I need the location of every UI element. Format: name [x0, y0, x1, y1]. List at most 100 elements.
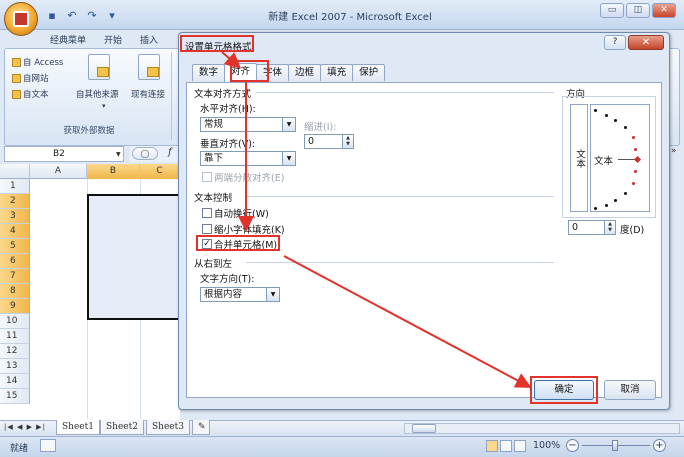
- vertical-text-toggle[interactable]: 文本: [570, 104, 588, 212]
- wrap-text-label: 自动换行(W): [214, 209, 269, 220]
- redo-icon[interactable]: ↷: [84, 7, 100, 23]
- insert-sheet-icon[interactable]: ✎: [192, 420, 210, 435]
- degree-spinner[interactable]: 0 ▲ ▼: [568, 220, 616, 235]
- row-header[interactable]: 10: [0, 314, 30, 329]
- ok-button[interactable]: 确定: [534, 380, 594, 400]
- row-header[interactable]: 9: [0, 299, 30, 314]
- other-sources-button[interactable]: [88, 54, 110, 80]
- other-sources-dropdown-icon[interactable]: ▾: [102, 102, 106, 110]
- row-header[interactable]: 6: [0, 254, 30, 269]
- row-header[interactable]: 1: [0, 179, 30, 194]
- zoom-slider-thumb[interactable]: [612, 440, 618, 451]
- expand-formula-bar-icon[interactable]: »: [671, 146, 677, 156]
- minimize-button[interactable]: ▭: [600, 3, 624, 18]
- horizontal-scroll-thumb[interactable]: [412, 424, 436, 433]
- section-divider: [246, 262, 554, 263]
- row-headers: 1 2 3 4 5 6 7 8 9 10 11 12 13 14 15: [0, 179, 30, 404]
- from-text-button[interactable]: 自文本: [12, 88, 63, 100]
- row-header[interactable]: 15: [0, 389, 30, 404]
- row-header[interactable]: 3: [0, 209, 30, 224]
- sheet-tab-3[interactable]: Sheet3: [146, 420, 190, 435]
- vertical-align-select[interactable]: 靠下 ▼: [200, 151, 296, 166]
- row-header[interactable]: 12: [0, 344, 30, 359]
- dial-marker-icon: [634, 170, 637, 173]
- dial-marker-icon: [605, 114, 608, 117]
- cancel-button[interactable]: 取消: [604, 380, 656, 400]
- selected-range-b2-c9[interactable]: [87, 194, 181, 320]
- column-header-b[interactable]: B: [87, 164, 140, 179]
- spinner-arrows-icon[interactable]: ▲ ▼: [342, 135, 353, 148]
- quick-access-toolbar: ▪ ↶ ↷ ▾: [44, 6, 120, 24]
- web-icon: [12, 73, 21, 83]
- from-access-button[interactable]: 自 Access: [12, 56, 63, 68]
- row-header[interactable]: 4: [0, 224, 30, 239]
- dropdown-arrow-icon[interactable]: ▼: [282, 118, 295, 131]
- dropdown-arrow-icon[interactable]: ▼: [266, 288, 279, 301]
- row-header[interactable]: 11: [0, 329, 30, 344]
- name-box[interactable]: B2: [4, 146, 124, 162]
- customize-qat-icon[interactable]: ▾: [104, 7, 120, 23]
- other-sources-icon: [88, 54, 110, 80]
- dial-marker-icon: [624, 126, 627, 129]
- row-header[interactable]: 2: [0, 194, 30, 209]
- view-buttons: [486, 440, 526, 452]
- indent-spinner[interactable]: 0 ▲ ▼: [304, 134, 354, 149]
- zoom-in-icon[interactable]: +: [653, 439, 666, 452]
- tab-classic-menu[interactable]: 经典菜单: [50, 33, 86, 46]
- zoom-level[interactable]: 100%: [533, 440, 560, 451]
- sheet-tab-2[interactable]: Sheet2: [100, 420, 144, 435]
- row-header[interactable]: 5: [0, 239, 30, 254]
- tab-fill[interactable]: 填充: [320, 64, 354, 81]
- indent-label: 缩进(I):: [304, 122, 337, 133]
- section-divider: [256, 92, 554, 93]
- row-header[interactable]: 7: [0, 269, 30, 284]
- page-break-view-icon[interactable]: [514, 440, 526, 452]
- office-button[interactable]: [4, 2, 38, 36]
- dial-marker-icon: [594, 109, 597, 112]
- text-direction-value: 根据内容: [204, 289, 243, 300]
- restore-button[interactable]: ◫: [626, 3, 650, 18]
- page-layout-view-icon[interactable]: [500, 440, 512, 452]
- row-header[interactable]: 13: [0, 359, 30, 374]
- normal-view-icon[interactable]: [486, 440, 498, 452]
- select-all-corner[interactable]: [0, 164, 30, 179]
- shrink-to-fit-label: 缩小字体填充(K): [214, 225, 285, 236]
- wrap-text-checkbox[interactable]: [202, 208, 212, 218]
- tab-protection[interactable]: 保护: [352, 64, 386, 81]
- insert-function-icon[interactable]: f: [168, 147, 172, 158]
- window-controls: ▭ ◫ ✕: [600, 3, 676, 18]
- column-header-c[interactable]: C: [140, 164, 180, 179]
- dial-marker-icon: [614, 199, 617, 202]
- spinner-arrows-icon[interactable]: ▲ ▼: [604, 221, 615, 234]
- horizontal-scrollbar[interactable]: [404, 423, 680, 434]
- from-access-label: 自 Access: [23, 58, 64, 68]
- from-web-label: 自网站: [23, 74, 49, 84]
- column-header-a[interactable]: A: [30, 164, 87, 179]
- existing-connections-button[interactable]: [138, 54, 160, 80]
- shrink-to-fit-checkbox[interactable]: [202, 224, 212, 234]
- horizontal-align-select[interactable]: 常规 ▼: [200, 117, 296, 132]
- dialog-close-button[interactable]: ✕: [628, 35, 664, 50]
- tab-insert[interactable]: 插入: [140, 33, 158, 46]
- dialog-help-button[interactable]: ?: [604, 35, 626, 50]
- close-window-button[interactable]: ✕: [652, 3, 676, 18]
- row-header[interactable]: 8: [0, 284, 30, 299]
- record-macro-icon[interactable]: [40, 439, 56, 452]
- justify-distributed-checkbox[interactable]: [202, 172, 212, 182]
- sheet-nav-arrows-icon[interactable]: |◀ ◀ ▶ ▶|: [4, 423, 46, 431]
- row-header[interactable]: 14: [0, 374, 30, 389]
- text-direction-select[interactable]: 根据内容 ▼: [200, 287, 280, 302]
- name-box-dropdown-icon[interactable]: ▼: [116, 151, 121, 158]
- zoom-out-icon[interactable]: −: [566, 439, 579, 452]
- from-text-label: 自文本: [23, 90, 49, 100]
- save-icon[interactable]: ▪: [44, 7, 60, 23]
- tab-home[interactable]: 开始: [104, 33, 122, 46]
- undo-icon[interactable]: ↶: [64, 7, 80, 23]
- tab-border[interactable]: 边框: [288, 64, 322, 81]
- sheet-tab-1[interactable]: Sheet1: [56, 420, 100, 435]
- degree-value: 0: [572, 222, 579, 233]
- tab-number[interactable]: 数字: [192, 64, 226, 81]
- dropdown-arrow-icon[interactable]: ▼: [282, 152, 295, 165]
- formula-cancel-icon[interactable]: ◯: [132, 147, 158, 160]
- from-web-button[interactable]: 自网站: [12, 72, 63, 84]
